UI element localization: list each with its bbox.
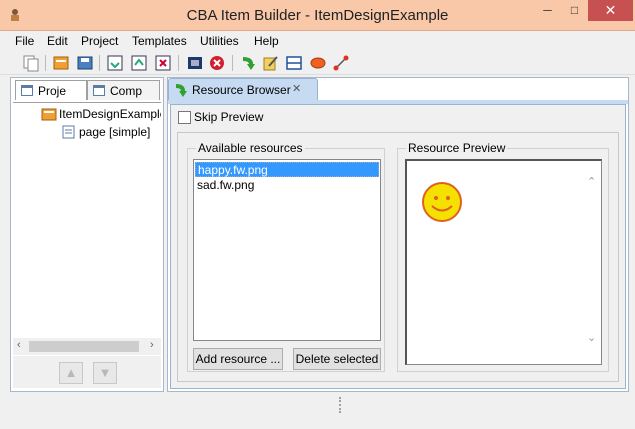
- import-icon[interactable]: [106, 54, 124, 72]
- scroll-thumb[interactable]: [29, 341, 139, 352]
- layout-icon[interactable]: [285, 54, 303, 72]
- close-tab-icon[interactable]: ✕: [292, 82, 301, 95]
- delete-selected-button[interactable]: Delete selected: [293, 348, 381, 370]
- project-tree: ItemDesignExample page [simple]: [13, 102, 161, 338]
- page-icon: [62, 125, 75, 139]
- tree-nav-buttons: ▲ ▼: [13, 356, 161, 388]
- skip-preview-checkbox[interactable]: [178, 111, 191, 124]
- menu-utilities[interactable]: Utilities: [200, 34, 239, 48]
- editor-panel: Resource Browser ✕ Skip Preview Availabl…: [167, 77, 629, 392]
- project-folder-icon: [41, 108, 57, 121]
- tree-item-project[interactable]: ItemDesignExample: [59, 107, 161, 121]
- minimize-button[interactable]: ─: [534, 0, 561, 21]
- resource-area: Available resources happy.fw.png sad.fw.…: [177, 132, 619, 382]
- maximize-button[interactable]: □: [561, 0, 588, 21]
- tab-components[interactable]: Comp: [87, 80, 160, 100]
- available-resources-group: Available resources happy.fw.png sad.fw.…: [187, 141, 385, 372]
- edit-icon[interactable]: [262, 54, 280, 72]
- stop-icon[interactable]: [208, 54, 226, 72]
- preview-vertical-scrollbar[interactable]: ⌃ ⌄: [584, 161, 601, 364]
- run-icon[interactable]: [239, 54, 257, 72]
- preview-icon[interactable]: [186, 54, 204, 72]
- resource-preview-group: Resource Preview ⌃ ⌄: [397, 141, 609, 372]
- menu-templates[interactable]: Templates: [132, 34, 187, 48]
- menu-edit[interactable]: Edit: [47, 34, 68, 48]
- tree-item-page[interactable]: page [simple]: [79, 125, 150, 139]
- open-project-icon[interactable]: [52, 54, 70, 72]
- link-icon[interactable]: [332, 54, 350, 72]
- skip-preview-label: Skip Preview: [194, 110, 264, 124]
- toolbar: [0, 51, 635, 75]
- resource-browser-body: Skip Preview Available resources happy.f…: [170, 104, 626, 389]
- scroll-down-icon[interactable]: ⌄: [587, 331, 596, 344]
- tab-project[interactable]: Proje: [15, 80, 87, 100]
- smiley-face-image: [422, 182, 462, 222]
- title-bar: CBA Item Builder - ItemDesignExample ─ □…: [0, 0, 635, 31]
- menu-file[interactable]: File: [15, 34, 34, 48]
- status-bar: [0, 393, 635, 429]
- save-project-icon[interactable]: [76, 54, 94, 72]
- move-down-button[interactable]: ▼: [93, 362, 117, 384]
- scroll-left-icon[interactable]: ‹: [17, 339, 21, 351]
- export-icon[interactable]: [130, 54, 148, 72]
- delete-icon[interactable]: [154, 54, 172, 72]
- add-resource-button[interactable]: Add resource ...: [193, 348, 283, 370]
- scroll-up-icon[interactable]: ⌃: [587, 175, 596, 188]
- ellipse-icon[interactable]: [309, 54, 327, 72]
- new-copy-icon[interactable]: [22, 54, 40, 72]
- menu-project[interactable]: Project: [81, 34, 118, 48]
- resource-preview-pane: ⌃ ⌄: [405, 159, 602, 365]
- close-button[interactable]: ✕: [588, 0, 633, 21]
- resource-preview-label: Resource Preview: [406, 141, 508, 155]
- resource-list[interactable]: happy.fw.png sad.fw.png: [193, 159, 381, 341]
- move-up-button[interactable]: ▲: [59, 362, 83, 384]
- tab-resource-browser[interactable]: Resource Browser ✕: [168, 78, 318, 100]
- menu-help[interactable]: Help: [254, 34, 279, 48]
- available-resources-label: Available resources: [196, 141, 305, 155]
- resource-browser-icon: [176, 84, 187, 97]
- resize-grip[interactable]: [339, 397, 341, 413]
- scroll-right-icon[interactable]: ›: [150, 339, 154, 351]
- project-panel: Proje Comp ItemDesignExample page [simpl…: [10, 77, 164, 392]
- menu-bar: File Edit Project Templates Utilities He…: [0, 31, 635, 51]
- horizontal-scrollbar[interactable]: ‹ ›: [13, 338, 161, 355]
- list-item[interactable]: happy.fw.png: [195, 162, 379, 177]
- view-icon: [21, 85, 33, 96]
- view-icon: [93, 85, 105, 96]
- list-item[interactable]: sad.fw.png: [195, 178, 379, 193]
